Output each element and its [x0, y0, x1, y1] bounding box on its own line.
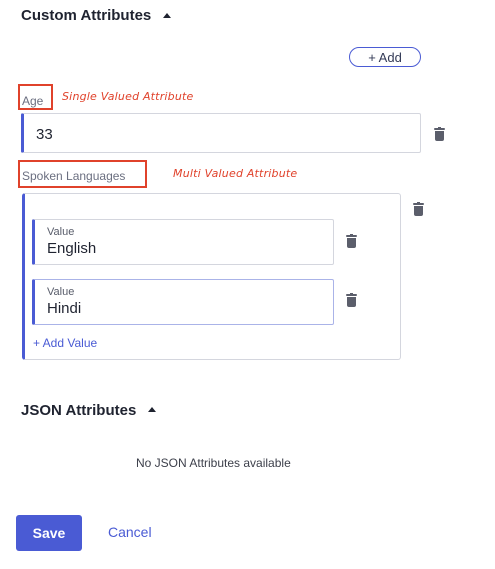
age-input[interactable]: 33 [21, 113, 421, 153]
value-input-hindi[interactable]: Value Hindi [32, 279, 334, 325]
multi-valued-annotation: Multi Valued Attribute [173, 167, 298, 180]
value-hindi: Hindi [47, 300, 82, 317]
spoken-languages-values-box: Value English Value Hindi + Add Value [22, 193, 401, 360]
value-input-english[interactable]: Value English [32, 219, 334, 265]
cancel-button[interactable]: Cancel [108, 524, 152, 540]
json-attributes-title: JSON Attributes [21, 402, 137, 419]
value-tag: Value [47, 286, 75, 298]
json-collapse-caret-icon[interactable] [148, 407, 156, 412]
age-label: Age [22, 94, 44, 108]
single-valued-annotation: Single Valued Attribute [62, 90, 194, 103]
age-value: 33 [36, 126, 53, 143]
delete-spoken-languages-trash-icon[interactable] [413, 202, 424, 216]
add-attribute-button[interactable]: + Add [349, 47, 421, 67]
json-empty-message: No JSON Attributes available [136, 456, 291, 470]
value-english: English [47, 240, 97, 257]
custom-attributes-title: Custom Attributes [21, 7, 152, 24]
value-tag: Value [47, 226, 75, 238]
collapse-caret-icon[interactable] [163, 13, 171, 18]
add-value-link[interactable]: + Add Value [33, 336, 97, 350]
delete-age-trash-icon[interactable] [434, 127, 445, 141]
spoken-languages-label: Spoken Languages [22, 169, 126, 183]
delete-english-trash-icon[interactable] [346, 234, 357, 248]
delete-hindi-trash-icon[interactable] [346, 293, 357, 307]
save-button[interactable]: Save [16, 515, 82, 551]
